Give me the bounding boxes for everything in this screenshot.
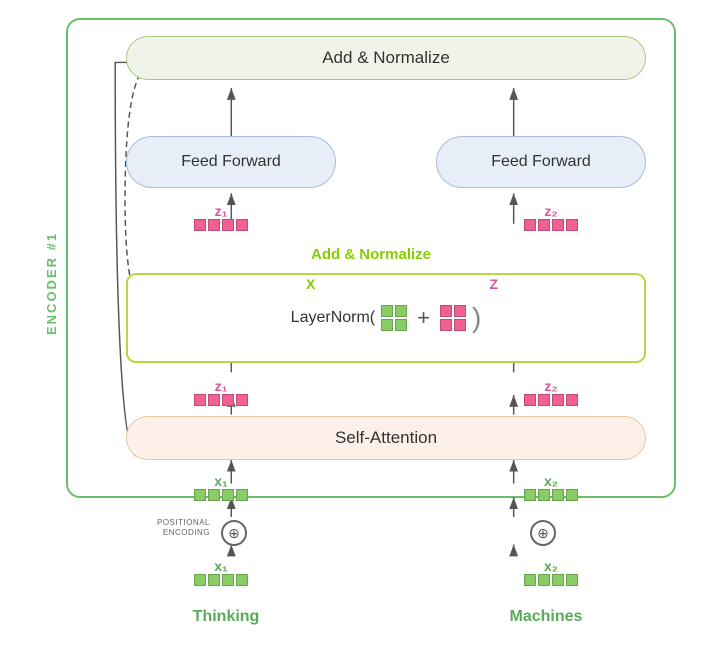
add-norm-top: Add & Normalize — [126, 36, 646, 80]
z2-top-group: z₂ — [524, 203, 578, 231]
block — [236, 489, 248, 501]
x2-enc-blocks — [524, 489, 578, 501]
block — [395, 319, 407, 331]
block — [194, 394, 206, 406]
encoder-label: ENCODER #1 — [44, 68, 59, 498]
block — [395, 305, 407, 317]
x1-enc-label: x₁ — [214, 473, 228, 489]
block — [566, 489, 578, 501]
block — [208, 489, 220, 501]
block — [208, 394, 220, 406]
block — [524, 574, 536, 586]
layer-norm-box: LayerNorm( + — [126, 273, 646, 363]
block — [566, 394, 578, 406]
z1-top-group: z₁ — [194, 203, 248, 231]
block — [194, 219, 206, 231]
z2-top-label: z₂ — [544, 203, 557, 219]
z1-top-label: z₁ — [215, 203, 228, 219]
close-paren: ) — [472, 302, 481, 334]
x2-bottom-group: x₂ — [524, 558, 578, 586]
word-thinking: Thinking — [186, 608, 266, 626]
z-blocks — [440, 305, 466, 331]
block — [538, 489, 550, 501]
pos-enc-circle-left: ⊕ — [221, 520, 247, 546]
block — [222, 574, 234, 586]
block — [222, 394, 234, 406]
block — [524, 489, 536, 501]
x1-bottom-blocks — [194, 574, 248, 586]
block — [208, 574, 220, 586]
block — [552, 489, 564, 501]
z2-mid-group: z₂ — [524, 378, 578, 406]
x-blocks — [381, 305, 407, 331]
x-label: X — [306, 276, 315, 292]
block — [236, 394, 248, 406]
block — [236, 574, 248, 586]
z2-mid-blocks — [524, 394, 578, 406]
x1-bottom-label: x₁ — [214, 558, 228, 574]
z1-top-blocks — [194, 219, 248, 231]
block — [440, 305, 452, 317]
x1-enc-blocks — [194, 489, 248, 501]
x2-bottom-blocks — [524, 574, 578, 586]
block — [381, 305, 393, 317]
block — [566, 219, 578, 231]
z2-mid-label: z₂ — [544, 378, 557, 394]
main-container: ENCODER #1 — [26, 18, 686, 648]
z1-mid-label: z₁ — [215, 378, 228, 394]
self-attention-box: Self-Attention — [126, 416, 646, 460]
x1-enc-group: x₁ — [194, 473, 248, 501]
block — [236, 219, 248, 231]
layer-norm-text: LayerNorm( — [291, 309, 375, 327]
x2-enc-group: x₂ — [524, 473, 578, 501]
block — [440, 319, 452, 331]
block — [222, 489, 234, 501]
add-norm-inner-label: Add & Normalize — [66, 246, 676, 263]
block — [454, 305, 466, 317]
block — [381, 319, 393, 331]
plus-sign: + — [417, 305, 430, 331]
block — [538, 219, 550, 231]
block — [454, 319, 466, 331]
block — [194, 574, 206, 586]
x2-enc-label: x₂ — [544, 473, 558, 489]
pos-enc-label: POSITIONALENCODING — [124, 518, 210, 539]
block — [552, 394, 564, 406]
z-label: Z — [489, 276, 498, 292]
z1-mid-group: z₁ — [194, 378, 248, 406]
block — [524, 219, 536, 231]
block — [208, 219, 220, 231]
block — [552, 574, 564, 586]
block — [538, 574, 550, 586]
x2-bottom-label: x₂ — [544, 558, 558, 574]
block — [194, 489, 206, 501]
block — [552, 219, 564, 231]
z1-mid-blocks — [194, 394, 248, 406]
block — [524, 394, 536, 406]
block — [538, 394, 550, 406]
x1-bottom-group: x₁ — [194, 558, 248, 586]
feed-forward-right: Feed Forward — [436, 136, 646, 188]
z2-top-blocks — [524, 219, 578, 231]
pos-enc-circle-right: ⊕ — [530, 520, 556, 546]
block — [222, 219, 234, 231]
word-machines: Machines — [501, 608, 591, 626]
feed-forward-left: Feed Forward — [126, 136, 336, 188]
diagram: Add & Normalize Feed Forward Feed Forwar… — [66, 18, 676, 648]
block — [566, 574, 578, 586]
